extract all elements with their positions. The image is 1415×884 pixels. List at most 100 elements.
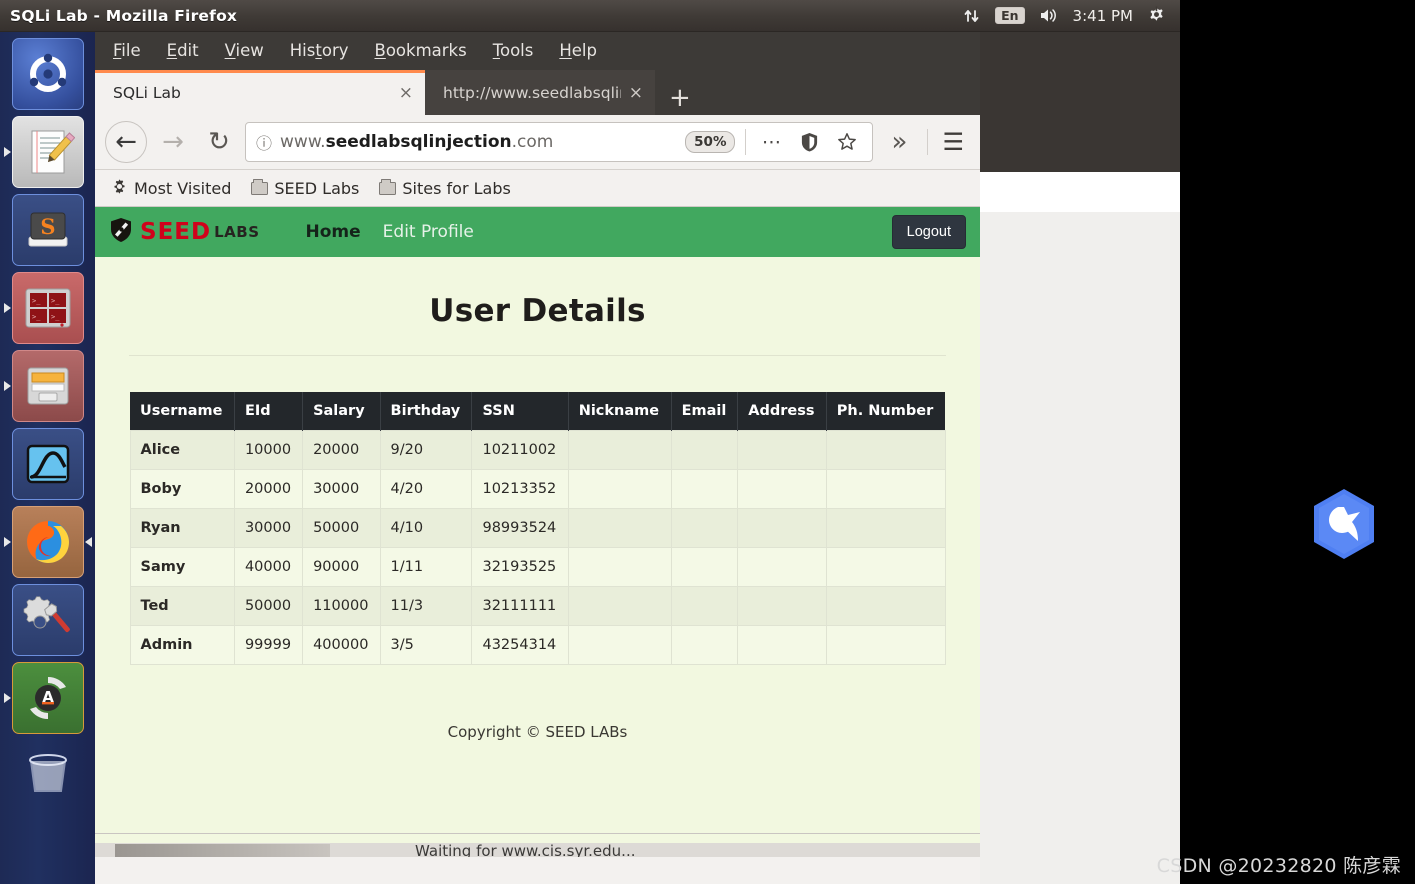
table-row: Admin 99999 400000 3/5 43254314 <box>129 625 946 665</box>
launcher-running-pip <box>3 693 11 703</box>
logout-button[interactable]: Logout <box>891 215 966 249</box>
tab-sqli-lab[interactable]: SQLi Lab × <box>95 70 425 115</box>
launcher-item-file-manager[interactable] <box>3 350 84 422</box>
launcher-item-trash[interactable] <box>12 740 84 812</box>
star-icon[interactable] <box>832 127 862 157</box>
table-cell: 11/3 <box>379 586 473 626</box>
shield-icon[interactable] <box>794 127 824 157</box>
launcher-running-pip <box>3 537 11 547</box>
table-row: Boby 20000 30000 4/20 10213352 <box>129 469 946 509</box>
menu-view[interactable]: View <box>225 41 264 60</box>
table-row: Ryan 30000 50000 4/10 98993524 <box>129 508 946 548</box>
nav-link-home[interactable]: Home <box>306 222 361 242</box>
bookmark-most-visited[interactable]: Most Visited <box>111 178 231 199</box>
table-header-cell: Salary <box>302 392 381 431</box>
launcher-item-wireshark[interactable] <box>11 428 84 500</box>
bookmark-label: Sites for Labs <box>402 178 511 198</box>
launcher-item-system-settings[interactable] <box>11 584 84 656</box>
window-title: SQLi Lab - Mozilla Firefox <box>10 6 238 25</box>
page-content: User Details Username EId Salary Birthday SS… <box>95 257 980 741</box>
table-cell: 32193525 <box>471 547 569 587</box>
table-header-cell: Birthday <box>380 392 473 431</box>
svg-text:>_: >_ <box>51 297 60 305</box>
table-cell <box>567 430 672 470</box>
bookmark-seed-labs[interactable]: SEED Labs <box>251 178 360 198</box>
launcher-item-sublime-text[interactable]: S <box>11 194 84 266</box>
table-cell <box>670 508 739 548</box>
table-cell <box>737 547 827 587</box>
taskbar-progress <box>115 843 330 857</box>
launcher-focused-pip <box>84 537 92 547</box>
info-circle-icon[interactable]: ⓘ <box>256 130 272 154</box>
table-cell: Ryan <box>129 508 235 548</box>
launcher-item-text-editor[interactable] <box>3 116 84 188</box>
launcher-item-firefox[interactable] <box>3 506 92 578</box>
divider <box>129 355 946 356</box>
forward-icon[interactable]: → <box>153 122 193 162</box>
table-cell: 32111111 <box>471 586 569 626</box>
bookmark-sites-for-labs[interactable]: Sites for Labs <box>379 178 511 198</box>
table-header-cell: Email <box>671 392 739 431</box>
launcher-item-terminator[interactable]: >_ >_ >_ >_ <box>3 272 84 344</box>
divider <box>927 129 929 155</box>
table-cell <box>825 508 946 548</box>
table-cell <box>737 625 827 665</box>
table-cell: 9/20 <box>379 430 473 470</box>
table-cell: 30000 <box>233 508 304 548</box>
launcher-item-ubuntu-dash[interactable] <box>11 38 84 110</box>
keyboard-layout-indicator[interactable]: En <box>995 7 1025 24</box>
tab-title: SQLi Lab <box>113 83 181 102</box>
close-icon[interactable]: × <box>629 83 643 103</box>
launcher-item-anaconda[interactable]: A <box>3 662 84 734</box>
svg-text:>_: >_ <box>32 313 41 321</box>
gear-power-icon[interactable] <box>1147 6 1166 25</box>
web-page: SEED LABS Home Edit Profile Logout User … <box>95 207 980 857</box>
menu-file[interactable]: File <box>113 41 141 60</box>
table-header-cell: SSN <box>471 392 569 431</box>
table-cell <box>670 586 739 626</box>
menu-history[interactable]: History <box>290 41 349 60</box>
menu-edit[interactable]: Edit <box>167 41 199 60</box>
firefox-tabstrip: SQLi Lab × http://www.seedlabsqlinje × + <box>95 68 980 115</box>
table-cell <box>670 625 739 665</box>
ellipsis-icon[interactable]: ⋯ <box>756 127 786 157</box>
hamburger-icon[interactable]: ☰ <box>936 128 970 156</box>
url-bar[interactable]: ⓘ www.seedlabsqlinjection.com 50% ⋯ <box>245 122 874 162</box>
svg-text:S: S <box>40 214 55 239</box>
menu-bookmarks[interactable]: Bookmarks <box>375 41 467 60</box>
back-icon[interactable]: ← <box>105 121 147 163</box>
tab-title: http://www.seedlabsqlinje <box>443 83 621 102</box>
seed-labs-brand[interactable]: SEED LABS <box>109 217 260 247</box>
table-cell: 43254314 <box>471 625 569 665</box>
reload-icon[interactable]: ↻ <box>199 122 239 162</box>
close-icon[interactable]: × <box>399 83 413 103</box>
menu-tools[interactable]: Tools <box>493 41 534 60</box>
folder-icon <box>379 178 397 195</box>
table-header-cell: Address <box>737 392 827 431</box>
table-cell <box>670 430 739 470</box>
hummingbird-hex-icon[interactable] <box>1310 487 1378 561</box>
url-text: www.seedlabsqlinjection.com <box>280 132 677 152</box>
table-cell: 40000 <box>233 547 304 587</box>
new-tab-button[interactable]: + <box>655 85 705 115</box>
tab-seedlabsqlinjection[interactable]: http://www.seedlabsqlinje × <box>425 70 655 115</box>
table-header-cell: Username <box>130 392 235 431</box>
chevron-double-right-icon[interactable]: » <box>879 122 919 162</box>
table-header-cell: Nickname <box>568 392 672 431</box>
table-row: Samy 40000 90000 1/11 32193525 <box>129 547 946 587</box>
table-cell: 20000 <box>233 469 304 509</box>
zoom-level-badge[interactable]: 50% <box>685 131 736 153</box>
bookmark-label: SEED Labs <box>274 178 360 198</box>
url-suffix: .com <box>511 132 554 152</box>
clock[interactable]: 3:41 PM <box>1073 7 1133 25</box>
menu-help[interactable]: Help <box>559 41 597 60</box>
table-head: Username EId Salary Birthday SSN Nickname Emai… <box>130 392 945 431</box>
table-cell <box>825 586 946 626</box>
table-cell: 98993524 <box>471 508 569 548</box>
bookmark-label: Most Visited <box>134 178 232 198</box>
volume-icon[interactable] <box>1039 7 1059 24</box>
table-cell <box>670 547 739 587</box>
table-cell: Alice <box>129 430 235 470</box>
network-updown-icon[interactable] <box>963 7 981 25</box>
nav-link-edit-profile[interactable]: Edit Profile <box>383 222 474 242</box>
